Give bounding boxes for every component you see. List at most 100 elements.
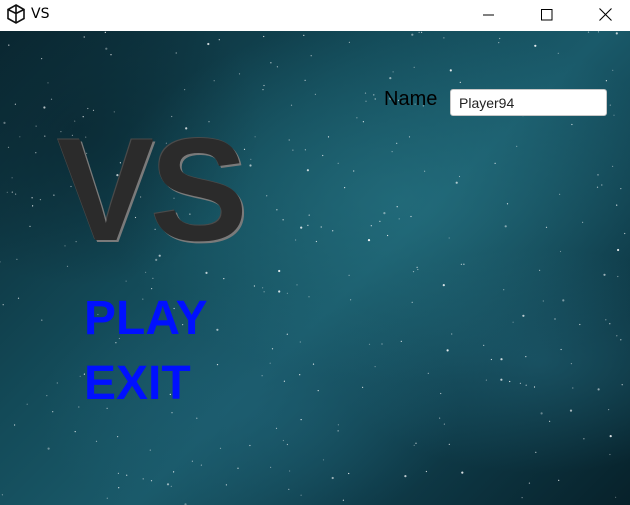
star	[50, 98, 53, 100]
exit-button[interactable]: EXIT	[84, 358, 191, 410]
star	[579, 323, 581, 326]
star	[3, 121, 6, 124]
star	[288, 139, 290, 141]
star	[263, 35, 265, 38]
maximize-button[interactable]	[524, 0, 570, 29]
star	[216, 328, 219, 331]
star	[105, 47, 108, 50]
star	[282, 219, 284, 221]
star	[300, 494, 302, 496]
star	[609, 435, 612, 438]
star	[374, 98, 376, 100]
star	[125, 280, 127, 282]
star	[237, 467, 239, 469]
star	[418, 31, 420, 33]
star	[292, 149, 294, 151]
star	[348, 274, 350, 276]
star	[184, 89, 186, 91]
star	[601, 184, 603, 186]
star	[173, 471, 175, 473]
minimize-button[interactable]	[466, 0, 512, 29]
star	[621, 384, 623, 386]
star	[31, 205, 34, 207]
star	[416, 266, 418, 268]
star	[2, 304, 4, 306]
star	[396, 142, 398, 144]
star	[104, 31, 106, 33]
star	[314, 93, 316, 95]
title-bar[interactable]: VS	[0, 0, 630, 29]
star	[411, 33, 414, 36]
star	[616, 335, 618, 337]
star	[306, 169, 309, 172]
star	[620, 339, 622, 341]
star	[19, 136, 21, 138]
star	[304, 79, 306, 81]
star	[253, 285, 255, 287]
star	[512, 321, 514, 323]
star	[300, 226, 303, 229]
star	[15, 193, 17, 195]
star	[459, 81, 461, 83]
star	[175, 52, 177, 54]
star	[500, 358, 503, 361]
star	[603, 273, 606, 276]
star	[29, 225, 31, 227]
star	[483, 344, 485, 346]
star	[150, 480, 153, 482]
star	[266, 195, 268, 197]
star	[455, 181, 458, 184]
star	[617, 275, 619, 278]
star	[117, 436, 119, 438]
star	[337, 424, 339, 426]
star	[413, 66, 415, 68]
star	[609, 453, 611, 456]
close-button[interactable]	[582, 0, 628, 29]
star	[559, 193, 561, 195]
star	[413, 444, 415, 446]
star	[286, 292, 288, 294]
star	[605, 80, 608, 82]
star	[348, 472, 350, 475]
player-name-input[interactable]	[450, 89, 607, 116]
star	[196, 417, 198, 419]
star	[571, 123, 573, 126]
star	[615, 496, 617, 498]
star	[238, 73, 241, 75]
star	[608, 409, 610, 411]
star	[342, 499, 344, 501]
star	[299, 341, 301, 343]
star	[308, 296, 310, 298]
star	[615, 32, 618, 35]
star	[362, 121, 364, 123]
star	[106, 497, 108, 499]
star	[39, 199, 42, 201]
star	[35, 125, 37, 127]
star	[310, 55, 312, 57]
star	[142, 478, 144, 480]
star	[410, 215, 412, 218]
play-button[interactable]: PLAY	[84, 293, 208, 345]
star	[443, 423, 445, 425]
game-viewport: VS PLAY EXIT Name	[0, 31, 630, 505]
star	[373, 94, 375, 96]
star	[14, 424, 16, 426]
star	[337, 162, 339, 164]
star	[41, 319, 43, 321]
star	[519, 382, 522, 384]
star	[559, 250, 562, 253]
star	[624, 232, 626, 235]
star	[396, 206, 398, 208]
star	[44, 135, 46, 137]
star	[400, 340, 402, 342]
star	[583, 438, 585, 440]
star	[331, 476, 334, 480]
star	[35, 152, 37, 154]
star	[262, 287, 264, 289]
star	[290, 104, 293, 106]
star	[421, 31, 423, 33]
star	[288, 488, 290, 490]
star	[225, 484, 227, 486]
star	[216, 364, 219, 366]
star	[14, 103, 16, 105]
